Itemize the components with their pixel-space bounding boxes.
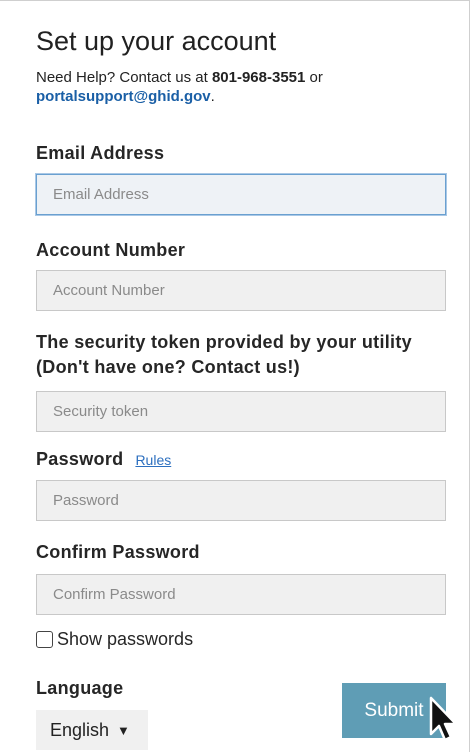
security-token-field[interactable] — [36, 391, 446, 432]
password-label: Password — [36, 449, 124, 469]
password-label-row: Password Rules — [36, 449, 171, 470]
account-number-label: Account Number — [36, 240, 186, 260]
help-phone: 801-968-3551 — [211, 69, 306, 86]
help-or: or — [305, 69, 323, 86]
show-passwords-checkbox[interactable] — [36, 631, 53, 648]
security-token-label: The security token provided by your util… — [36, 332, 412, 377]
email-label: Email Address — [36, 143, 165, 163]
language-label: Language — [36, 678, 124, 698]
confirm-password-field[interactable] — [36, 574, 446, 615]
help-text: Need Help? Contact us at 801-968-3551 or… — [36, 68, 436, 106]
show-passwords-row[interactable]: Show passwords — [36, 629, 193, 650]
account-number-field[interactable] — [36, 270, 446, 311]
password-field[interactable] — [36, 480, 446, 521]
caret-down-icon: ▼ — [117, 722, 130, 738]
page-title: Set up your account — [36, 26, 277, 56]
confirm-password-label: Confirm Password — [36, 542, 200, 562]
support-email-link[interactable]: portalsupport@ghid.gov — [36, 88, 211, 105]
show-passwords-label: Show passwords — [57, 629, 194, 649]
help-suffix: . — [210, 88, 215, 105]
language-select[interactable]: English ▼ — [36, 710, 148, 750]
password-rules-link[interactable]: Rules — [135, 452, 171, 468]
email-field[interactable] — [36, 174, 446, 215]
arrow-cursor-icon — [429, 696, 458, 742]
help-prefix: Need Help? Contact us at — [36, 69, 212, 86]
language-selected-value: English — [50, 719, 110, 740]
